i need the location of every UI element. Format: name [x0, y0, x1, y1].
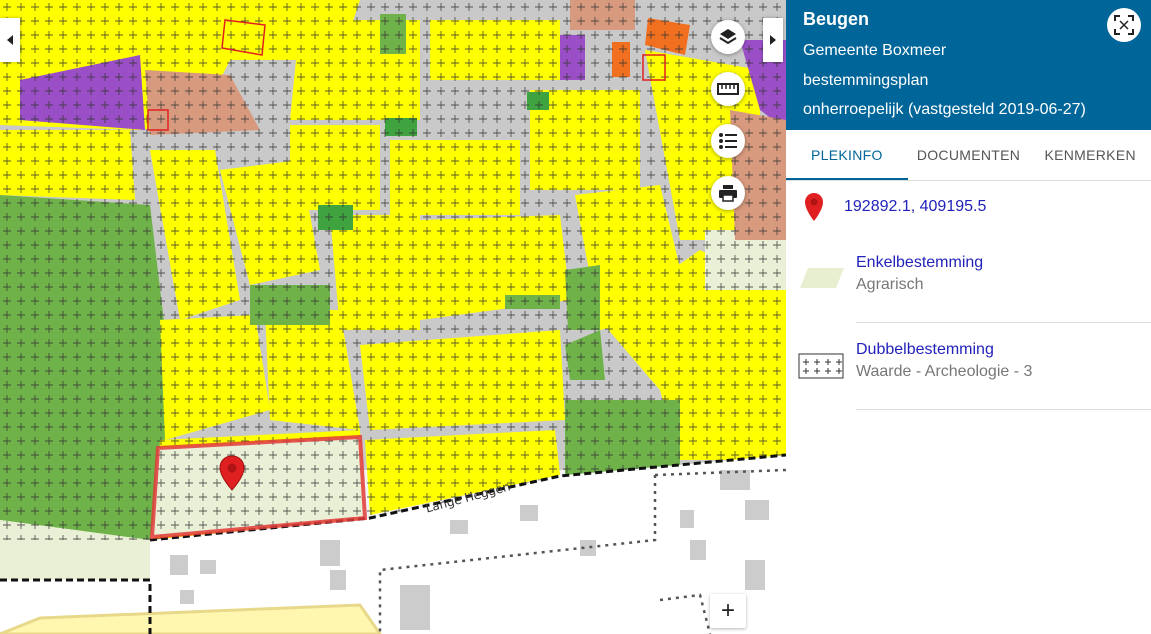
legend-divider [856, 409, 1151, 410]
panel-title: Beugen [803, 9, 870, 29]
plan-type-label: bestemmingsplan [803, 72, 929, 89]
legend-title-dubbelbestemming[interactable]: Dubbelbestemming [856, 341, 994, 359]
archeologie-swatch-icon [798, 353, 844, 379]
fullscreen-button[interactable] [1107, 8, 1141, 42]
legend-subtitle-archeologie: Waarde - Archeologie - 3 [856, 363, 1033, 380]
coordinate-row: 192892.1, 409195.5 [804, 192, 986, 222]
tab-documenten[interactable]: DOCUMENTEN [908, 130, 1030, 180]
ruler-icon [717, 83, 739, 95]
legend-subtitle-agrarisch: Agrarisch [856, 276, 924, 293]
map-marker-icon[interactable] [219, 455, 245, 491]
layers-icon [719, 29, 737, 45]
tab-plekinfo[interactable]: PLEKINFO [786, 130, 908, 180]
print-button[interactable] [711, 176, 745, 210]
collapse-panel-tab[interactable] [763, 18, 783, 62]
map-canvas[interactable] [0, 0, 786, 634]
expand-icon [1114, 15, 1134, 35]
chevron-left-icon [7, 35, 13, 45]
map-view[interactable]: Lange Heggen + [0, 0, 786, 634]
collapse-left-tab[interactable] [0, 18, 20, 62]
info-panel: Beugen Gemeente Boxmeer bestemmingsplan … [786, 0, 1151, 634]
panel-tabs: PLEKINFO DOCUMENTEN KENMERKEN [786, 130, 1151, 181]
tab-kenmerken[interactable]: KENMERKEN [1029, 130, 1151, 180]
legend-button[interactable] [711, 124, 745, 158]
zoom-in-button[interactable]: + [710, 594, 746, 628]
layers-button[interactable] [711, 20, 745, 54]
chevron-right-icon [770, 35, 776, 45]
printer-icon [719, 185, 737, 202]
location-pin-icon [805, 193, 823, 221]
list-icon [719, 133, 737, 149]
legend-divider [856, 322, 1151, 323]
plan-status-label: onherroepelijk (vastgesteld 2019-06-27) [803, 101, 1086, 118]
coordinate-value[interactable]: 192892.1, 409195.5 [844, 198, 986, 216]
measure-button[interactable] [711, 72, 745, 106]
municipality-label: Gemeente Boxmeer [803, 42, 947, 59]
panel-header: Beugen Gemeente Boxmeer bestemmingsplan … [786, 0, 1151, 130]
agrarisch-swatch-icon [800, 268, 844, 288]
legend-title-enkelbestemming[interactable]: Enkelbestemming [856, 254, 983, 272]
